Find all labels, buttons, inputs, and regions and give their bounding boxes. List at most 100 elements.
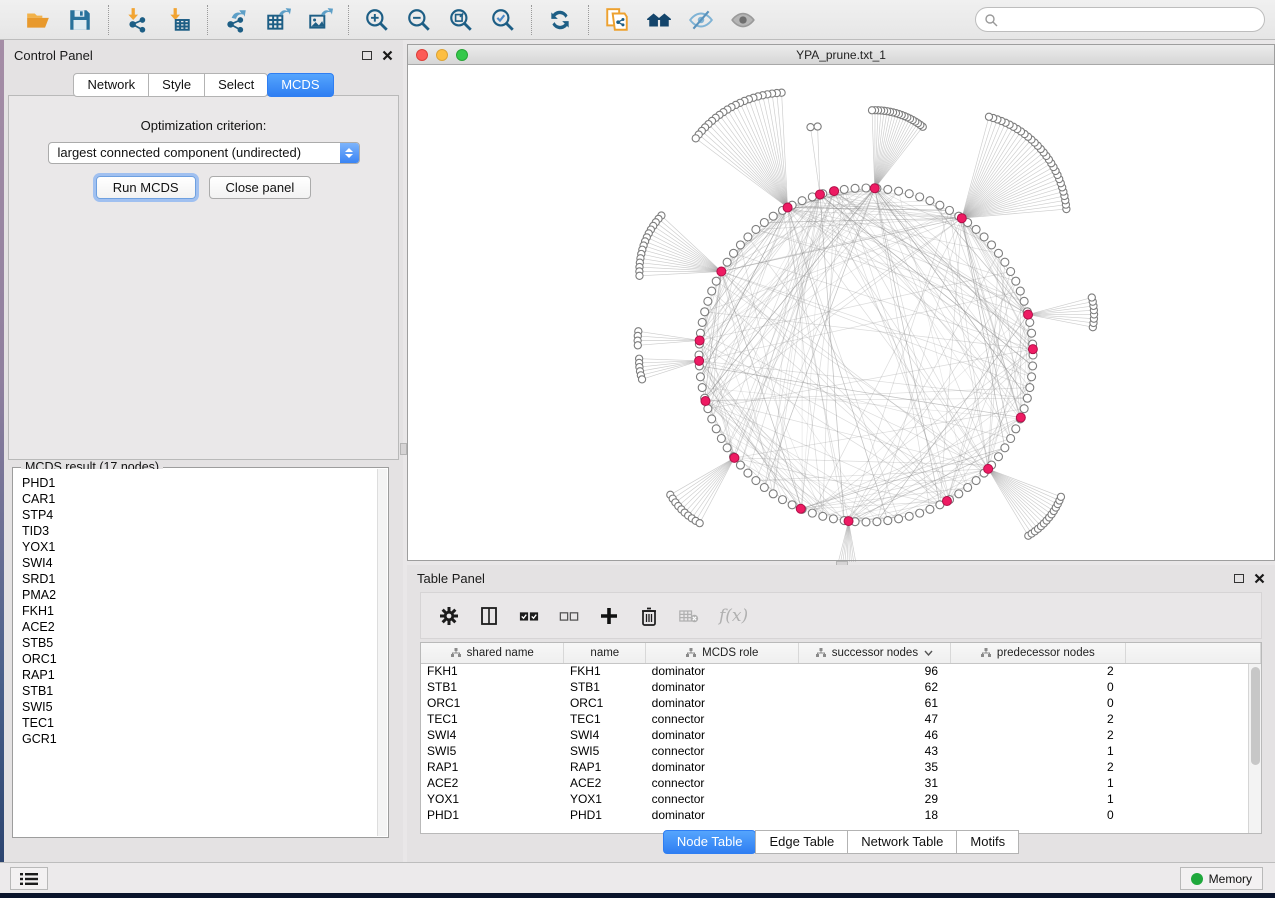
network-node[interactable] [1012,425,1020,433]
network-node[interactable] [862,518,870,526]
network-node[interactable] [788,501,796,509]
table-row[interactable]: STB1STB1dominator620 [421,679,1261,695]
cell[interactable]: connector [646,791,799,807]
cell[interactable]: 96 [799,663,950,679]
mcds-result-item[interactable]: TEC1 [22,715,377,731]
cell[interactable]: dominator [646,759,799,775]
cell[interactable]: 29 [799,791,950,807]
network-node[interactable] [796,504,805,513]
network-node[interactable] [980,233,988,241]
network-node[interactable] [916,509,924,517]
cell[interactable]: 1 [950,775,1126,791]
network-node[interactable] [698,318,706,326]
network-node[interactable] [1016,413,1025,422]
mcds-result-item[interactable]: STP4 [22,507,377,523]
network-node[interactable] [723,444,731,452]
network-node[interactable] [769,490,777,498]
network-node[interactable] [1023,394,1031,402]
network-node[interactable] [752,477,760,485]
network-node[interactable] [1020,405,1028,413]
network-node[interactable] [884,517,892,525]
cell[interactable] [1126,775,1261,791]
network-node[interactable] [723,258,731,266]
network-node[interactable] [1007,435,1015,443]
network-node[interactable] [988,241,996,249]
network-node[interactable] [972,477,980,485]
mcds-result-item[interactable]: PMA2 [22,587,377,603]
zoom-out-button[interactable] [401,4,437,36]
cell[interactable] [1126,807,1261,823]
export-image-button[interactable] [302,4,338,36]
table-row[interactable]: RAP1RAP1dominator352 [421,759,1261,775]
delete-table-button[interactable] [679,606,699,626]
select-all-columns-button[interactable] [519,606,539,626]
cell[interactable]: dominator [646,663,799,679]
network-node[interactable] [698,384,706,392]
cell[interactable] [1126,663,1261,679]
network-node[interactable] [957,214,966,223]
network-node[interactable] [1028,345,1037,354]
network-node[interactable] [873,518,881,526]
save-session-button[interactable] [62,4,98,36]
network-node[interactable] [946,206,954,214]
network-node[interactable] [696,520,703,527]
cell[interactable] [1126,743,1261,759]
network-node[interactable] [808,509,816,517]
cell[interactable]: ACE2 [564,775,646,791]
cell[interactable]: 2 [950,711,1126,727]
cell[interactable]: SWI5 [564,743,646,759]
cell[interactable]: dominator [646,679,799,695]
cell[interactable]: 2 [950,759,1126,775]
network-node[interactable] [1024,310,1033,319]
network-node[interactable] [936,201,944,209]
network-node[interactable] [708,287,716,295]
tab-network-table[interactable]: Network Table [847,830,957,854]
network-node[interactable] [819,512,827,520]
search-box[interactable] [975,7,1265,32]
network-node[interactable] [783,203,792,212]
cell[interactable]: STB1 [421,679,564,695]
network-node[interactable] [712,425,720,433]
network-node[interactable] [926,505,934,513]
network-node[interactable] [851,184,859,192]
create-column-button[interactable] [599,606,619,626]
network-node[interactable] [736,461,744,469]
tab-edge-table[interactable]: Edge Table [755,830,848,854]
mcds-result-item[interactable]: SRD1 [22,571,377,587]
network-node[interactable] [636,272,643,279]
network-node[interactable] [696,373,704,381]
cell[interactable]: 31 [799,775,950,791]
network-node[interactable] [692,135,699,142]
network-node[interactable] [829,515,837,523]
network-canvas[interactable] [408,66,1274,560]
network-node[interactable] [844,517,853,526]
cell[interactable] [1126,791,1261,807]
mcds-result-item[interactable]: STB5 [22,635,377,651]
network-node[interactable] [1029,362,1037,370]
cell[interactable]: 43 [799,743,950,759]
table-settings-button[interactable] [439,606,459,626]
mcds-result-item[interactable]: CAR1 [22,491,377,507]
network-node[interactable] [994,249,1002,257]
tab-select[interactable]: Select [204,73,268,97]
cell[interactable]: 0 [950,695,1126,711]
cell[interactable]: PHD1 [564,807,646,823]
network-window-titlebar[interactable]: YPA_prune.txt_1 [408,45,1274,65]
network-node[interactable] [862,184,870,192]
network-node[interactable] [752,225,760,233]
mcds-result-item[interactable]: SWI4 [22,555,377,571]
network-node[interactable] [701,308,709,316]
network-node[interactable] [717,435,725,443]
network-node[interactable] [926,197,934,205]
network-node[interactable] [730,249,738,257]
show-all-button[interactable] [725,4,761,36]
table-scrollbar-thumb[interactable] [1251,667,1260,765]
mcds-result-item[interactable]: TID3 [22,523,377,539]
mcds-result-item[interactable]: SWI5 [22,699,377,715]
cell[interactable]: FKH1 [564,663,646,679]
task-history-button[interactable] [10,867,48,890]
cell[interactable] [1126,727,1261,743]
delete-column-button[interactable] [639,606,659,626]
criterion-dropdown[interactable]: largest connected component (undirected) [48,142,360,164]
network-node[interactable] [868,107,875,114]
